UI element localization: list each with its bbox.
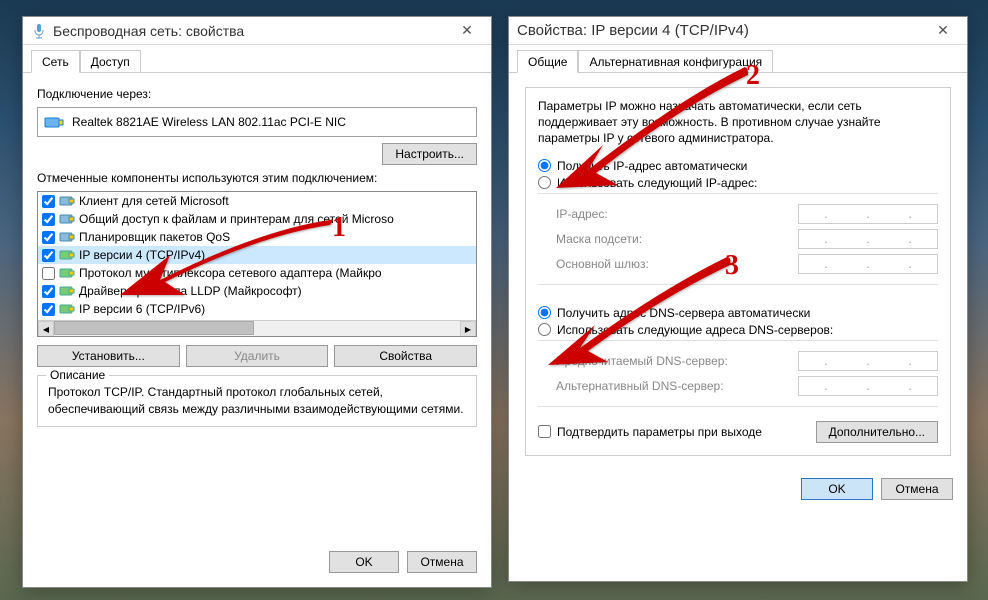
ip-address-label: IP-адрес: xyxy=(556,207,798,221)
component-label: Планировщик пакетов QoS xyxy=(79,230,230,244)
component-label: IP версии 6 (TCP/IPv6) xyxy=(79,302,205,316)
adapter-name: Realtek 8821AE Wireless LAN 802.11ac PCI… xyxy=(72,115,346,129)
manual-ip-radio-input[interactable] xyxy=(538,176,551,189)
gateway-label: Основной шлюз: xyxy=(556,257,798,271)
protocol-icon xyxy=(59,302,75,316)
component-label: Клиент для сетей Microsoft xyxy=(79,194,229,208)
list-item[interactable]: Общий доступ к файлам и принтерам для се… xyxy=(38,210,476,228)
ok-button[interactable]: OK xyxy=(801,478,873,500)
auto-ip-radio[interactable]: Получить IP-адрес автоматически xyxy=(538,159,938,173)
cancel-button[interactable]: Отмена xyxy=(881,478,953,500)
close-button[interactable]: ✕ xyxy=(451,22,483,39)
scroll-left-icon[interactable]: ◀ xyxy=(38,321,54,337)
window-title: Свойства: IP версии 4 (TCP/IPv4) xyxy=(517,22,927,39)
component-label: Общий доступ к файлам и принтерам для се… xyxy=(79,212,394,226)
microphone-icon xyxy=(31,23,47,39)
alt-dns-field: ... xyxy=(798,376,938,396)
tab-network[interactable]: Сеть xyxy=(31,50,80,73)
nic-icon xyxy=(44,114,64,130)
component-checkbox[interactable] xyxy=(42,213,55,226)
close-button[interactable]: ✕ xyxy=(927,22,959,39)
properties-button[interactable]: Свойства xyxy=(334,345,477,367)
manual-ip-radio[interactable]: Использовать следующий IP-адрес: xyxy=(538,176,938,190)
pref-dns-label: Предпочитаемый DNS-сервер: xyxy=(556,354,798,368)
titlebar[interactable]: Свойства: IP версии 4 (TCP/IPv4) ✕ xyxy=(509,17,967,45)
configure-button[interactable]: Настроить... xyxy=(382,143,477,165)
component-checkbox[interactable] xyxy=(42,195,55,208)
list-item[interactable]: Драйвер протокола LLDP (Майкрософт) xyxy=(38,282,476,300)
description-group: Описание Протокол TCP/IP. Стандартный пр… xyxy=(37,375,477,427)
ip-address-field: ... xyxy=(798,204,938,224)
protocol-icon xyxy=(59,248,75,262)
component-checkbox[interactable] xyxy=(42,231,55,244)
manual-dns-radio-input[interactable] xyxy=(538,323,551,336)
install-button[interactable]: Установить... xyxy=(37,345,180,367)
auto-dns-label: Получить адрес DNS-сервера автоматически xyxy=(557,306,810,320)
connection-via-label: Подключение через: xyxy=(37,87,477,101)
auto-ip-radio-input[interactable] xyxy=(538,159,551,172)
subnet-mask-label: Маска подсети: xyxy=(556,232,798,246)
tabs: Общие Альтернативная конфигурация xyxy=(509,45,967,73)
protocol-icon xyxy=(59,284,75,298)
auto-ip-label: Получить IP-адрес автоматически xyxy=(557,159,747,173)
manual-dns-label: Использовать следующие адреса DNS-сервер… xyxy=(557,323,833,337)
component-label: Драйвер протокола LLDP (Майкрософт) xyxy=(79,284,302,298)
window-title: Беспроводная сеть: свойства xyxy=(53,23,451,39)
scroll-right-icon[interactable]: ▶ xyxy=(460,321,476,337)
horizontal-scrollbar[interactable]: ◀ ▶ xyxy=(38,320,476,336)
tab-alternate[interactable]: Альтернативная конфигурация xyxy=(578,50,773,73)
component-checkbox[interactable] xyxy=(42,303,55,316)
pref-dns-field: ... xyxy=(798,351,938,371)
description-text: Протокол TCP/IP. Стандартный протокол гл… xyxy=(48,384,466,418)
component-label: Протокол мультиплексора сетевого адаптер… xyxy=(79,266,382,280)
gateway-field: ... xyxy=(798,254,938,274)
subnet-mask-field: ... xyxy=(798,229,938,249)
adapter-box[interactable]: Realtek 8821AE Wireless LAN 802.11ac PCI… xyxy=(37,107,477,137)
intro-text: Параметры IP можно назначать автоматичес… xyxy=(538,98,938,147)
service-icon xyxy=(59,230,75,244)
confirm-on-exit[interactable]: Подтвердить параметры при выходе xyxy=(538,425,762,439)
confirm-on-exit-label: Подтвердить параметры при выходе xyxy=(557,425,762,439)
auto-dns-radio[interactable]: Получить адрес DNS-сервера автоматически xyxy=(538,306,938,320)
list-item[interactable]: Протокол мультиплексора сетевого адаптер… xyxy=(38,264,476,282)
titlebar[interactable]: Беспроводная сеть: свойства ✕ xyxy=(23,17,491,45)
service-icon xyxy=(59,212,75,226)
network-properties-window: Беспроводная сеть: свойства ✕ Сеть Досту… xyxy=(22,16,492,588)
tabs: Сеть Доступ xyxy=(23,45,491,73)
component-checkbox[interactable] xyxy=(42,267,55,280)
protocol-icon xyxy=(59,266,75,280)
auto-dns-radio-input[interactable] xyxy=(538,306,551,319)
tab-access[interactable]: Доступ xyxy=(80,50,141,73)
ipv4-properties-window: Свойства: IP версии 4 (TCP/IPv4) ✕ Общие… xyxy=(508,16,968,582)
components-label: Отмеченные компоненты используются этим … xyxy=(37,171,477,185)
service-icon xyxy=(59,194,75,208)
components-list[interactable]: Клиент для сетей Microsoft Общий доступ к… xyxy=(37,191,477,337)
advanced-button[interactable]: Дополнительно... xyxy=(816,421,938,443)
manual-ip-label: Использовать следующий IP-адрес: xyxy=(557,176,757,190)
cancel-button[interactable]: Отмена xyxy=(407,551,477,573)
description-title: Описание xyxy=(46,368,109,382)
alt-dns-label: Альтернативный DNS-сервер: xyxy=(556,379,798,393)
component-label: IP версии 4 (TCP/IPv4) xyxy=(79,248,205,262)
manual-dns-radio[interactable]: Использовать следующие адреса DNS-сервер… xyxy=(538,323,938,337)
component-checkbox[interactable] xyxy=(42,249,55,262)
remove-button: Удалить xyxy=(186,345,329,367)
list-item[interactable]: IP версии 6 (TCP/IPv6) xyxy=(38,300,476,318)
list-item[interactable]: Планировщик пакетов QoS xyxy=(38,228,476,246)
component-checkbox[interactable] xyxy=(42,285,55,298)
list-item[interactable]: IP версии 4 (TCP/IPv4) xyxy=(38,246,476,264)
ok-button[interactable]: OK xyxy=(329,551,399,573)
tab-general[interactable]: Общие xyxy=(517,50,578,73)
confirm-checkbox[interactable] xyxy=(538,425,551,438)
scroll-thumb[interactable] xyxy=(54,321,254,335)
list-item[interactable]: Клиент для сетей Microsoft xyxy=(38,192,476,210)
